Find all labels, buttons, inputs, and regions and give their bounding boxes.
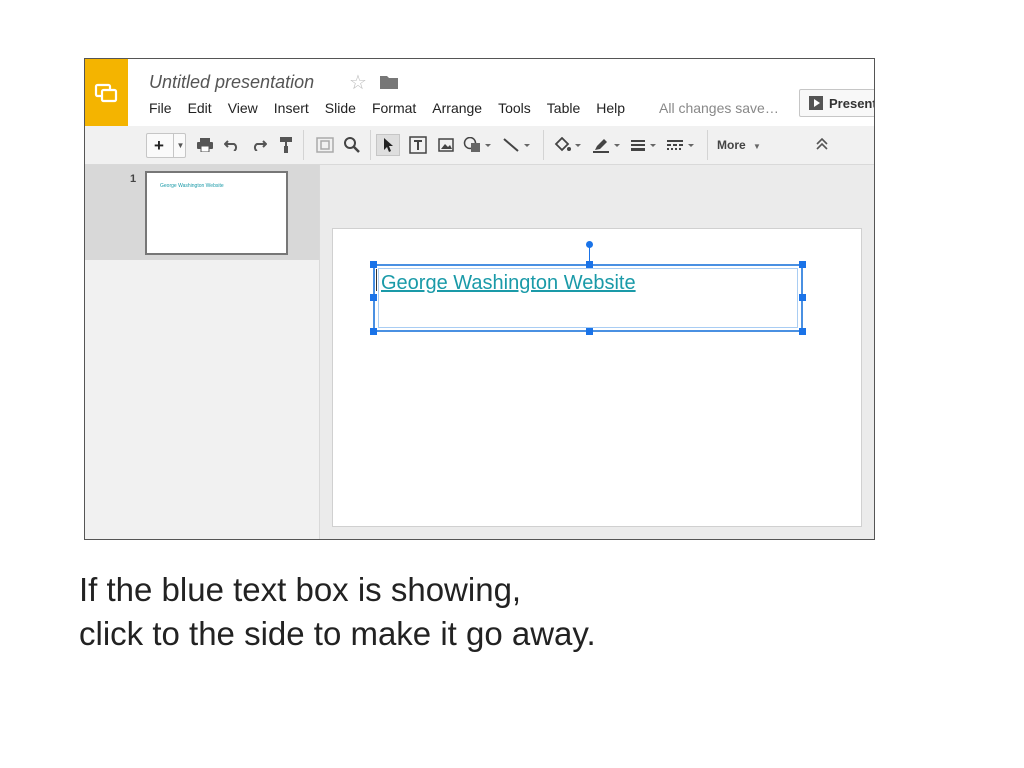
caption-line-2: click to the side to make it go away. bbox=[79, 615, 596, 652]
paint-format-icon[interactable] bbox=[277, 134, 295, 156]
slides-logo-icon[interactable] bbox=[85, 59, 128, 126]
toolbar-divider bbox=[370, 130, 371, 160]
menu-table[interactable]: Table bbox=[547, 100, 580, 116]
slide-number: 1 bbox=[130, 173, 137, 185]
border-color-icon[interactable] bbox=[591, 134, 623, 156]
border-dash-icon[interactable] bbox=[665, 134, 697, 156]
toolbar: + ▼ More ▼ bbox=[85, 126, 874, 165]
menu-insert[interactable]: Insert bbox=[274, 100, 309, 116]
present-button[interactable]: Present bbox=[799, 89, 875, 117]
more-button[interactable]: More ▼ bbox=[717, 138, 761, 152]
present-label: Present bbox=[829, 95, 875, 111]
rotate-handle[interactable] bbox=[586, 241, 593, 248]
document-title[interactable]: Untitled presentation bbox=[149, 72, 314, 93]
caption-line-1: If the blue text box is showing, bbox=[79, 571, 522, 608]
app-header: Untitled presentation ☆ File Edit View I… bbox=[85, 59, 874, 126]
filmstrip-slide-item[interactable]: 1 George Washington Website bbox=[85, 165, 319, 260]
folder-icon[interactable] bbox=[380, 75, 398, 94]
menu-bar: File Edit View Insert Slide Format Arran… bbox=[149, 100, 641, 116]
slides-app-screenshot: Untitled presentation ☆ File Edit View I… bbox=[84, 58, 875, 540]
menu-help[interactable]: Help bbox=[596, 100, 625, 116]
menu-view[interactable]: View bbox=[228, 100, 258, 116]
play-icon bbox=[809, 96, 823, 110]
line-icon[interactable] bbox=[501, 134, 533, 156]
slide-filmstrip: 1 George Washington Website bbox=[85, 165, 320, 539]
undo-icon[interactable] bbox=[222, 134, 242, 156]
shape-icon[interactable] bbox=[461, 134, 495, 156]
redo-icon[interactable] bbox=[249, 134, 269, 156]
text-cursor bbox=[376, 269, 377, 291]
slide-thumbnail[interactable]: George Washington Website bbox=[145, 171, 288, 255]
resize-handle-right[interactable] bbox=[799, 294, 806, 301]
print-icon[interactable] bbox=[195, 134, 215, 156]
text-box-icon[interactable] bbox=[407, 134, 429, 156]
menu-file[interactable]: File bbox=[149, 100, 172, 116]
menu-edit[interactable]: Edit bbox=[188, 100, 212, 116]
resize-handle-top-right[interactable] bbox=[799, 261, 806, 268]
instruction-caption: If the blue text box is showing, click t… bbox=[79, 568, 596, 656]
plus-icon: + bbox=[154, 136, 164, 155]
resize-handle-top[interactable] bbox=[586, 261, 593, 268]
resize-handle-bottom[interactable] bbox=[586, 328, 593, 335]
save-status: All changes save… bbox=[659, 100, 779, 116]
chevron-down-icon[interactable]: ▼ bbox=[173, 134, 187, 157]
slide-canvas[interactable]: George Washington Website bbox=[332, 228, 862, 527]
menu-slide[interactable]: Slide bbox=[325, 100, 356, 116]
menu-tools[interactable]: Tools bbox=[498, 100, 531, 116]
menu-format[interactable]: Format bbox=[372, 100, 416, 116]
resize-handle-bottom-right[interactable] bbox=[799, 328, 806, 335]
border-weight-icon[interactable] bbox=[629, 134, 659, 156]
fill-color-icon[interactable] bbox=[552, 134, 584, 156]
resize-handle-bottom-left[interactable] bbox=[370, 328, 377, 335]
selected-text-box[interactable]: George Washington Website bbox=[370, 241, 806, 335]
select-cursor-icon[interactable] bbox=[376, 134, 400, 156]
thumbnail-text: George Washington Website bbox=[160, 183, 224, 189]
toolbar-divider bbox=[303, 130, 304, 160]
fit-zoom-icon[interactable] bbox=[314, 134, 336, 156]
star-icon[interactable]: ☆ bbox=[349, 70, 367, 95]
more-label: More bbox=[717, 138, 746, 152]
resize-handle-top-left[interactable] bbox=[370, 261, 377, 268]
chevron-down-icon: ▼ bbox=[753, 142, 761, 151]
resize-handle-left[interactable] bbox=[370, 294, 377, 301]
george-washington-link[interactable]: George Washington Website bbox=[381, 272, 636, 295]
new-slide-button[interactable]: + ▼ bbox=[146, 133, 186, 158]
slide-canvas-area[interactable]: George Washington Website bbox=[320, 165, 874, 539]
image-icon[interactable] bbox=[436, 134, 456, 156]
menu-arrange[interactable]: Arrange bbox=[432, 100, 482, 116]
toolbar-divider bbox=[543, 130, 544, 160]
zoom-icon[interactable] bbox=[342, 134, 362, 156]
toolbar-divider bbox=[707, 130, 708, 160]
collapse-toolbar-icon[interactable] bbox=[816, 137, 828, 153]
